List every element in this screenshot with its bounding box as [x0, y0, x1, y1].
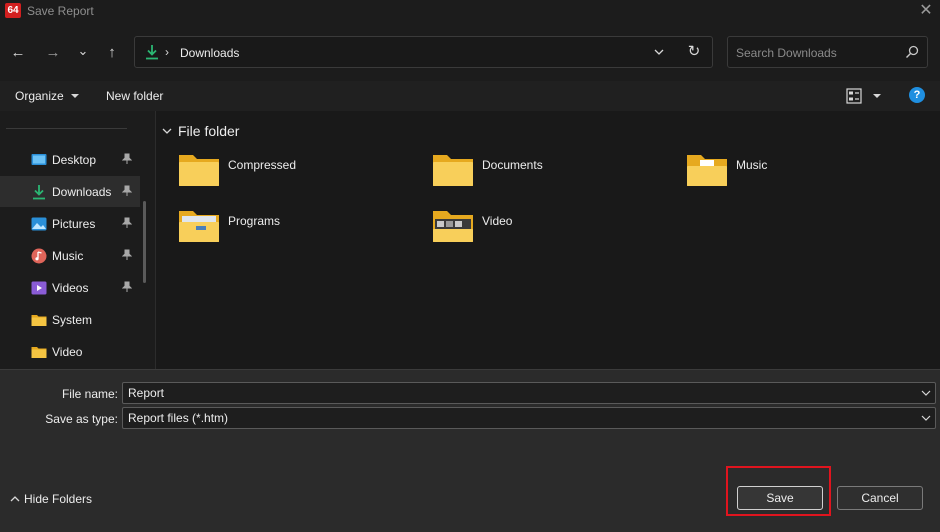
group-header[interactable]: File folder: [178, 123, 239, 139]
breadcrumb-separator: ›: [165, 45, 169, 59]
sidebar-item-videos[interactable]: Videos: [0, 272, 140, 303]
file-list[interactable]: File folder Compressed Documents Music P…: [156, 111, 940, 369]
sidebar-item-label: Video: [52, 345, 83, 359]
caret-down-icon: [873, 94, 881, 98]
up-button[interactable]: ↑: [101, 42, 123, 64]
save-as-type-value: Report files (*.htm): [128, 411, 229, 425]
sidebar-scrollbar[interactable]: [143, 201, 146, 283]
command-bar: Organize New folder ?: [0, 81, 940, 111]
pictures-icon: [31, 217, 47, 231]
folder-name: Programs: [228, 214, 281, 228]
recent-locations-button[interactable]: ⌄: [72, 40, 94, 62]
hide-folders-label: Hide Folders: [24, 492, 93, 506]
file-name-value: Report: [128, 386, 165, 400]
back-button[interactable]: ←: [7, 42, 29, 64]
folder-item-compressed[interactable]: Compressed: [178, 153, 398, 193]
forward-button[interactable]: →: [42, 42, 64, 64]
folder-name: Music: [736, 158, 768, 172]
folder-icon: [31, 347, 47, 358]
folder-name: Video: [482, 214, 513, 228]
chevron-down-icon[interactable]: [651, 43, 667, 61]
music-folder-icon: [687, 155, 727, 186]
file-name-field[interactable]: Report: [122, 382, 936, 404]
save-as-type-label: Save as type:: [45, 412, 118, 426]
save-button-highlight: [726, 466, 831, 516]
sidebar-item-video[interactable]: Video: [0, 336, 140, 367]
search-placeholder: Search Downloads: [736, 46, 837, 60]
folder-icon: [433, 155, 473, 186]
sidebar-item-label: Videos: [52, 281, 89, 295]
search-icon[interactable]: [905, 45, 919, 59]
title-bar: 64 Save Report ✕: [0, 0, 940, 22]
chevron-down-icon[interactable]: [921, 387, 931, 399]
pin-icon[interactable]: [122, 217, 132, 229]
navigation-pane[interactable]: Desktop Downloads Pictures Music Videos …: [0, 111, 156, 369]
chevron-up-icon: [10, 496, 20, 502]
sidebar-item-desktop[interactable]: Desktop: [0, 144, 140, 175]
sidebar-item-music[interactable]: Music: [0, 240, 140, 271]
sidebar-item-label: Pictures: [52, 217, 96, 231]
window-title: Save Report: [27, 4, 94, 18]
sidebar-item-pictures[interactable]: Pictures: [0, 208, 140, 239]
change-view-button[interactable]: [845, 87, 889, 105]
folder-item-programs[interactable]: Programs: [178, 209, 398, 249]
folder-item-video[interactable]: Video: [432, 209, 652, 249]
folder-name: Documents: [482, 158, 543, 172]
organize-button[interactable]: Organize: [15, 89, 80, 103]
folder-item-music[interactable]: Music: [686, 153, 906, 193]
folder-name: Compressed: [228, 158, 297, 172]
search-input[interactable]: Search Downloads: [727, 36, 928, 68]
sidebar-item-label: Desktop: [52, 153, 97, 167]
refresh-icon[interactable]: ↻: [685, 43, 703, 61]
folder-icon: [179, 155, 219, 186]
save-as-type-select[interactable]: Report files (*.htm): [122, 407, 936, 429]
chevron-down-icon[interactable]: [161, 125, 173, 137]
video-folder-icon: [433, 211, 473, 242]
music-icon: [31, 248, 47, 264]
desktop-icon: [31, 154, 47, 165]
nav-divider: [6, 128, 127, 129]
folder-icon: [31, 315, 47, 326]
sidebar-item-downloads[interactable]: Downloads: [0, 176, 140, 207]
hide-folders-button[interactable]: Hide Folders: [10, 492, 92, 506]
pin-icon[interactable]: [122, 185, 132, 197]
sidebar-item-label: System: [52, 313, 93, 327]
pin-icon[interactable]: [122, 249, 132, 261]
close-icon[interactable]: ✕: [916, 1, 936, 21]
new-folder-button[interactable]: New folder: [106, 89, 163, 103]
sidebar-item-label: Music: [52, 249, 84, 263]
address-bar[interactable]: › Downloads ↻: [134, 36, 713, 68]
pin-icon[interactable]: [122, 153, 132, 165]
chevron-down-icon[interactable]: [921, 412, 931, 424]
app-logo-icon: 64: [5, 3, 21, 18]
organize-label: Organize: [15, 89, 64, 103]
downloads-icon: [33, 185, 45, 200]
view-grid-icon: [846, 88, 862, 104]
cancel-button[interactable]: Cancel: [837, 486, 923, 510]
folder-item-documents[interactable]: Documents: [432, 153, 652, 193]
help-icon[interactable]: ?: [909, 87, 925, 103]
programs-folder-icon: [179, 211, 219, 242]
caret-down-icon: [71, 94, 80, 98]
videos-icon: [31, 281, 47, 295]
pin-icon[interactable]: [122, 281, 132, 293]
file-name-label: File name:: [61, 387, 118, 401]
sidebar-item-label: Downloads: [52, 185, 112, 199]
breadcrumb-downloads[interactable]: Downloads: [180, 46, 239, 60]
downloads-icon: [146, 45, 158, 60]
sidebar-item-system[interactable]: System: [0, 304, 140, 335]
